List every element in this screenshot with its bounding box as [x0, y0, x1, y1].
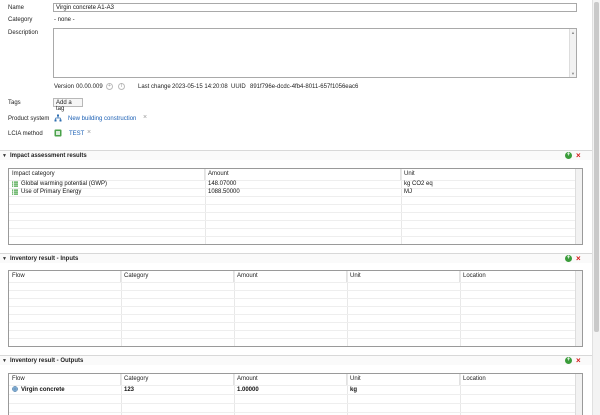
last-change-value: 2023-05-15 14:20:08 — [172, 84, 228, 90]
inputs-table: Flow Category Amount Unit Location — [8, 270, 583, 347]
column-header-category[interactable]: Category — [121, 271, 234, 282]
add-tag-button[interactable]: Add a tag — [53, 98, 83, 112]
outputs-section-header[interactable]: ▼ Inventory result - Outputs + × — [0, 355, 600, 365]
column-header-unit[interactable]: Unit — [401, 169, 576, 180]
add-output-icon[interactable]: + — [565, 357, 572, 364]
category-cell: 123 — [124, 387, 135, 393]
unit-cell: kg — [350, 387, 358, 393]
remove-impact-icon[interactable]: × — [576, 152, 581, 160]
lcia-method-link[interactable]: TEST — [69, 131, 84, 137]
impact-category-icon — [12, 181, 18, 187]
column-header-unit[interactable]: Unit — [347, 374, 460, 385]
remove-output-icon[interactable]: × — [576, 357, 581, 365]
description-scrollbar[interactable]: ▲ ▼ — [569, 29, 576, 77]
inputs-table-scrollbar[interactable] — [575, 271, 582, 346]
impact-category-icon — [12, 189, 18, 195]
flow-cell: Virgin concrete — [21, 387, 65, 393]
column-header-flow[interactable]: Flow — [9, 271, 121, 282]
editor-scrollbar-thumb[interactable] — [594, 2, 599, 332]
last-change-label: Last change — [138, 84, 171, 90]
unit-cell: kg CO2 eq — [404, 181, 433, 187]
lcia-method-label: LCIA method — [8, 131, 43, 137]
remove-lcia-method-icon[interactable]: × — [87, 129, 91, 136]
outputs-table: Flow Category Amount Unit Location Virgi… — [8, 373, 583, 415]
collapse-triangle-icon[interactable]: ▼ — [2, 358, 7, 364]
version-label: Version — [54, 84, 75, 90]
uuid-label: UUID — [231, 84, 246, 90]
column-header-amount[interactable]: Amount — [234, 271, 347, 282]
uuid-value: 891f796e-dcdc-4fb4-8011-657f1056eac6 — [250, 84, 359, 90]
name-input[interactable]: Virgin concrete A1-A3 — [53, 3, 577, 12]
product-system-icon — [54, 114, 62, 122]
inputs-section-header[interactable]: ▼ Inventory result - Inputs + × — [0, 253, 600, 263]
category-label: Category — [8, 17, 33, 23]
column-header-location[interactable]: Location — [460, 271, 576, 282]
impact-section-header[interactable]: ▼ Impact assessment results + × — [0, 150, 600, 160]
add-impact-icon[interactable]: + — [565, 152, 572, 159]
outputs-section-title: Inventory result - Outputs — [10, 358, 84, 364]
category-value[interactable]: - none - — [54, 17, 75, 23]
remove-input-icon[interactable]: × — [576, 255, 581, 263]
amount-cell: 1088.50000 — [208, 189, 240, 195]
amount-cell: 148.07000 — [208, 181, 237, 187]
editor-scrollbar[interactable] — [592, 0, 600, 415]
description-textarea[interactable] — [53, 28, 577, 78]
version-value: 00.00.009 — [76, 84, 103, 90]
column-header-impact-category[interactable]: Impact category — [9, 169, 205, 180]
description-label: Description — [8, 30, 39, 36]
collapse-triangle-icon[interactable]: ▼ — [2, 153, 7, 159]
collapse-triangle-icon[interactable]: ▼ — [2, 256, 7, 262]
name-label: Name — [8, 5, 25, 11]
column-header-unit[interactable]: Unit — [347, 271, 460, 282]
tags-label: Tags — [8, 100, 21, 106]
product-system-label: Product system — [8, 116, 50, 122]
column-header-category[interactable]: Category — [121, 374, 234, 385]
version-up-icon[interactable]: + — [106, 83, 113, 90]
impact-category-cell: Use of Primary Energy — [21, 189, 82, 195]
product-system-link[interactable]: New building construction — [68, 116, 136, 122]
outputs-table-scrollbar[interactable] — [575, 374, 582, 415]
impact-table: Impact category Amount Unit Global warmi… — [8, 168, 583, 245]
impact-section-title: Impact assessment results — [10, 153, 87, 159]
column-header-flow[interactable]: Flow — [9, 374, 121, 385]
scroll-down-icon[interactable]: ▼ — [571, 71, 575, 76]
remove-product-system-icon[interactable]: × — [143, 114, 147, 121]
impact-table-scrollbar[interactable] — [575, 169, 582, 244]
scroll-up-icon[interactable]: ▲ — [571, 30, 575, 35]
column-header-amount[interactable]: Amount — [234, 374, 347, 385]
add-input-icon[interactable]: + — [565, 255, 572, 262]
amount-cell: 1.00000 — [237, 387, 259, 393]
flow-globe-icon — [12, 386, 18, 392]
unit-cell: MJ — [404, 189, 412, 195]
column-header-amount[interactable]: Amount — [205, 169, 401, 180]
version-info-icon[interactable]: i — [118, 83, 125, 90]
inputs-section-title: Inventory result - Inputs — [10, 256, 79, 262]
impact-category-cell: Global warming potential (GWP) — [21, 181, 108, 187]
lcia-method-icon — [54, 129, 62, 137]
column-header-location[interactable]: Location — [460, 374, 576, 385]
